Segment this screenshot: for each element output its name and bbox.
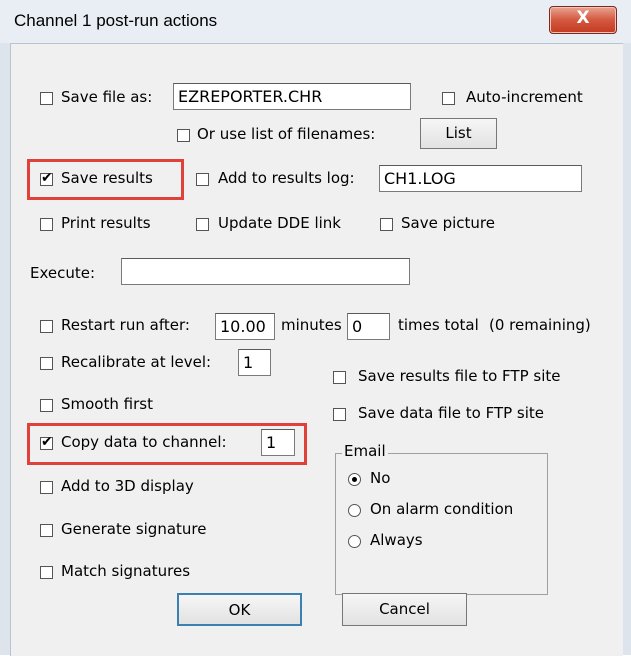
save-picture-checkbox[interactable] (380, 218, 393, 231)
add-3d-checkbox[interactable] (40, 481, 53, 494)
email-always-label: Always (370, 531, 423, 549)
recalibrate-level-input[interactable]: 1 (238, 349, 271, 376)
title-bar[interactable]: Channel 1 post-run actions X (0, 0, 631, 38)
ftp-data-checkbox[interactable] (333, 408, 346, 421)
window-frame-left (0, 43, 10, 655)
cancel-button[interactable]: Cancel (342, 593, 467, 626)
ftp-results-label: Save results file to FTP site (358, 367, 561, 385)
recalibrate-label: Recalibrate at level: (61, 353, 212, 371)
print-results-label: Print results (61, 214, 151, 232)
restart-label: Restart run after: (61, 316, 190, 334)
update-dde-checkbox[interactable] (196, 218, 209, 231)
email-group-label: Email (342, 442, 388, 460)
ok-button[interactable]: OK (177, 593, 302, 626)
auto-increment-checkbox[interactable] (442, 92, 455, 105)
email-alarm-label: On alarm condition (370, 500, 514, 518)
copy-data-channel-input[interactable]: 1 (261, 429, 295, 456)
email-alarm-radio[interactable] (348, 504, 361, 517)
list-button[interactable]: List (420, 118, 497, 149)
recalibrate-checkbox[interactable] (40, 357, 53, 370)
save-results-checkbox[interactable] (40, 170, 53, 186)
window-frame-right (622, 43, 631, 655)
close-icon: X (576, 8, 590, 28)
minutes-label: minutes (281, 316, 342, 334)
copy-data-label: Copy data to channel: (61, 433, 227, 451)
restart-minutes-input[interactable]: 10.00 (215, 313, 275, 340)
save-results-label: Save results (61, 169, 153, 187)
copy-data-checkbox[interactable] (40, 434, 53, 450)
email-no-label: No (370, 469, 391, 487)
save-file-checkbox[interactable] (40, 92, 53, 105)
match-signatures-checkbox[interactable] (40, 566, 53, 579)
generate-signature-checkbox[interactable] (40, 524, 53, 537)
restart-checkbox[interactable] (40, 320, 53, 333)
close-button[interactable]: X (549, 6, 617, 34)
ftp-data-label: Save data file to FTP site (358, 404, 545, 422)
save-picture-label: Save picture (401, 214, 495, 232)
email-no-radio[interactable] (348, 473, 361, 486)
email-always-radio[interactable] (348, 535, 361, 548)
dialog-client-area: Save file as: EZREPORTER.CHR Auto-increm… (10, 43, 623, 656)
save-file-label: Save file as: (61, 88, 153, 106)
remaining-label: (0 remaining) (489, 316, 591, 334)
save-file-input[interactable]: EZREPORTER.CHR (173, 83, 411, 110)
restart-times-input[interactable]: 0 (347, 313, 390, 340)
match-signatures-label: Match signatures (61, 562, 191, 580)
results-log-label: Add to results log: (218, 169, 355, 187)
smooth-first-label: Smooth first (61, 395, 153, 413)
print-results-checkbox[interactable] (40, 218, 53, 231)
auto-increment-label: Auto-increment (466, 88, 583, 106)
add-3d-label: Add to 3D display (61, 477, 194, 495)
email-group (335, 453, 548, 595)
ftp-results-checkbox[interactable] (333, 371, 346, 384)
results-log-input[interactable]: CH1.LOG (379, 165, 582, 192)
window-title: Channel 1 post-run actions (14, 11, 218, 30)
results-log-checkbox[interactable] (196, 173, 209, 186)
filename-list-label: Or use list of filenames: (197, 125, 376, 143)
execute-input[interactable] (121, 258, 410, 285)
update-dde-label: Update DDE link (218, 214, 341, 232)
times-total-label: times total (398, 316, 479, 334)
generate-signature-label: Generate signature (61, 520, 207, 538)
filename-list-checkbox[interactable] (177, 129, 190, 142)
execute-label: Execute: (30, 264, 96, 282)
smooth-first-checkbox[interactable] (40, 399, 53, 412)
